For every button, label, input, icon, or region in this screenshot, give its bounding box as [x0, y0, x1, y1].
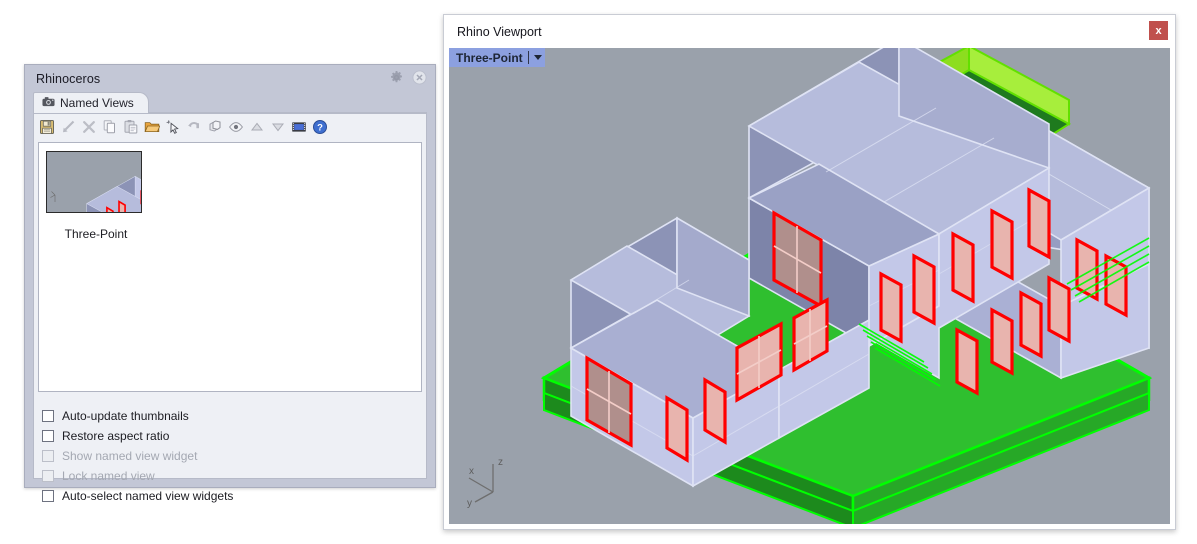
rhino-viewport-window: Rhino Viewport x Three-Point: [443, 14, 1176, 530]
viewport-tab-three-point[interactable]: Three-Point: [449, 48, 545, 67]
viewport-window-title: Rhino Viewport: [457, 25, 542, 39]
paste-named-view-button[interactable]: [122, 117, 140, 137]
named-view-label: Three-Point: [46, 227, 146, 241]
restore-named-view-button[interactable]: [59, 117, 77, 137]
close-icon[interactable]: [412, 70, 427, 85]
checkbox-show-named-view-widget: [42, 450, 54, 462]
viewport-canvas[interactable]: Three-Point: [449, 48, 1170, 524]
help-button[interactable]: ?: [311, 117, 329, 137]
axis-label-x: x: [469, 466, 474, 477]
option-label: Show named view widget: [62, 449, 197, 463]
three-d-scene: [449, 48, 1170, 524]
option-show-named-view-widget: Show named view widget: [42, 446, 422, 466]
delete-named-view-button[interactable]: [80, 117, 98, 137]
animate-button[interactable]: [290, 117, 308, 137]
tab-named-views[interactable]: Named Views: [33, 92, 149, 113]
replace-view-button[interactable]: [185, 117, 203, 137]
visibility-button[interactable]: [227, 117, 245, 137]
option-lock-named-view: Lock named view: [42, 466, 422, 486]
rhinoceros-panel: Rhinoceros: [24, 64, 436, 488]
checkbox-lock-named-view: [42, 470, 54, 482]
svg-text:?: ?: [317, 123, 323, 134]
option-label: Auto-select named view widgets: [62, 489, 233, 503]
panel-title: Rhinoceros: [36, 72, 100, 86]
checkbox-auto-update-thumbnails[interactable]: [42, 410, 54, 422]
viewport-tab-separator: [528, 51, 529, 64]
gear-icon[interactable]: [389, 70, 404, 85]
copy-named-view-button[interactable]: [101, 117, 119, 137]
move-up-button[interactable]: [248, 117, 266, 137]
named-views-toolbar: ?: [34, 114, 426, 140]
chevron-down-icon[interactable]: [534, 55, 542, 60]
option-label: Lock named view: [62, 469, 155, 483]
named-view-options: Auto-update thumbnails Restore aspect ra…: [38, 398, 422, 474]
list-item[interactable]: Three-Point: [46, 151, 154, 241]
named-views-tab-content: ?: [33, 113, 427, 479]
checkbox-restore-aspect-ratio[interactable]: [42, 430, 54, 442]
open-named-view-button[interactable]: [143, 117, 161, 137]
panel-title-icons: [389, 70, 427, 85]
option-label: Restore aspect ratio: [62, 429, 169, 443]
select-objects-button[interactable]: [164, 117, 182, 137]
viewport-tab-label: Three-Point: [456, 51, 523, 65]
option-auto-update-thumbnails[interactable]: Auto-update thumbnails: [42, 406, 422, 426]
named-view-thumbnail[interactable]: [46, 151, 142, 213]
axis-label-z: z: [498, 457, 503, 468]
panel-titlebar: Rhinoceros: [25, 65, 435, 92]
move-down-button[interactable]: [269, 117, 287, 137]
tabstrip: Named Views: [33, 92, 427, 113]
panel-inner: Named Views: [33, 92, 427, 479]
option-label: Auto-update thumbnails: [62, 409, 189, 423]
axis-gizmo: z x y: [457, 452, 519, 510]
camera-icon: [42, 94, 55, 112]
close-window-button[interactable]: x: [1148, 20, 1169, 41]
option-restore-aspect-ratio[interactable]: Restore aspect ratio: [42, 426, 422, 446]
named-views-list[interactable]: Three-Point: [38, 142, 422, 392]
axis-label-y: y: [467, 498, 472, 509]
option-auto-select-named-view-widgets[interactable]: Auto-select named view widgets: [42, 486, 422, 506]
tab-label: Named Views: [60, 96, 134, 110]
checkbox-auto-select-named-view-widgets[interactable]: [42, 490, 54, 502]
save-named-view-button[interactable]: [38, 117, 56, 137]
viewport-titlebar: Rhino Viewport x: [444, 15, 1175, 48]
duplicate-view-button[interactable]: [206, 117, 224, 137]
